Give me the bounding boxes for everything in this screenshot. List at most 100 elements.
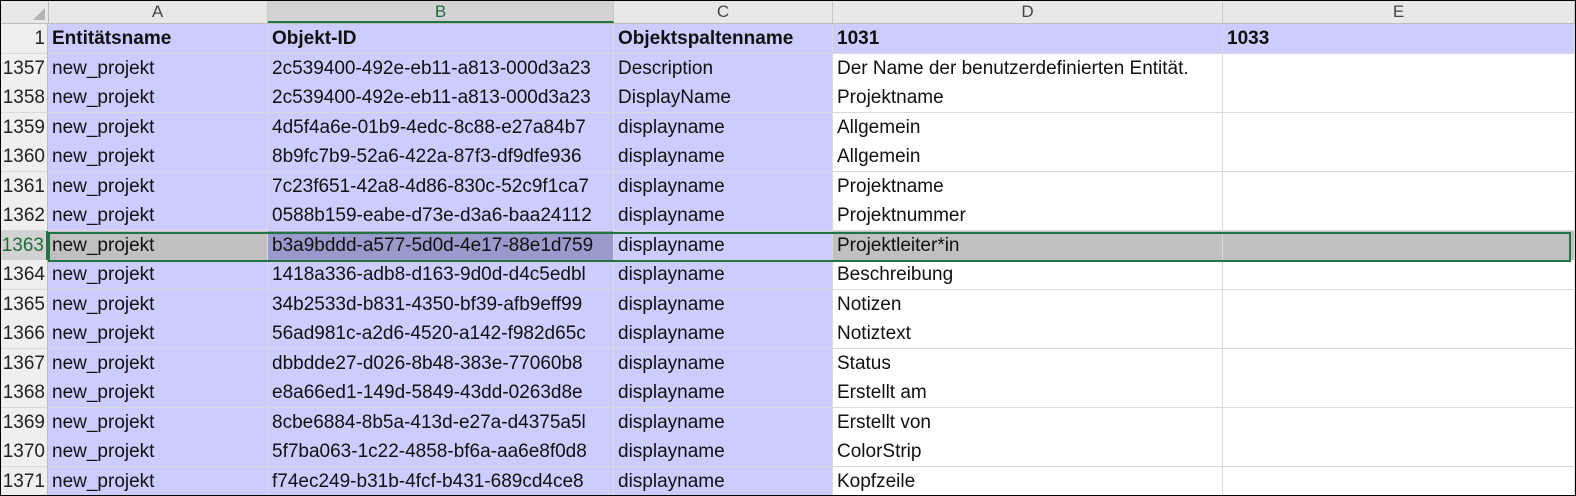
- cell-b[interactable]: 2c539400-492e-eb11-a813-000d3a23: [268, 53, 614, 84]
- cell-b[interactable]: 56ad981c-a2d6-4520-a142-f982d65c: [268, 319, 614, 349]
- cell-c[interactable]: displayname: [614, 171, 833, 202]
- cell-e[interactable]: [1223, 348, 1575, 379]
- cell-a[interactable]: new_projekt: [48, 437, 268, 467]
- cell-b[interactable]: 0588b159-eabe-d73e-d3a6-baa24112: [268, 201, 614, 231]
- cell-b[interactable]: e8a66ed1-149d-5849-43dd-0263d8e: [268, 378, 614, 408]
- cell-a[interactable]: new_projekt: [48, 171, 268, 202]
- cell-d[interactable]: Kopfzeile: [833, 466, 1223, 495]
- cell-a[interactable]: new_projekt: [48, 142, 268, 172]
- row-number[interactable]: 1362: [1, 201, 48, 231]
- row-number[interactable]: 1359: [1, 112, 48, 143]
- cell-c[interactable]: displayname: [614, 378, 833, 408]
- cell-b[interactable]: 34b2533d-b831-4350-bf39-afb9eff99: [268, 289, 614, 320]
- cell-b[interactable]: 5f7ba063-1c22-4858-bf6a-aa6e8f0d8: [268, 437, 614, 467]
- cell-d[interactable]: Projektname: [833, 171, 1223, 202]
- cell-a[interactable]: new_projekt: [48, 230, 268, 261]
- cell-a[interactable]: new_projekt: [48, 201, 268, 231]
- cell-a[interactable]: new_projekt: [48, 83, 268, 113]
- cell-c[interactable]: displayname: [614, 201, 833, 231]
- column-header-a[interactable]: A: [48, 1, 268, 23]
- cell-b[interactable]: dbbdde27-d026-8b48-383e-77060b8: [268, 348, 614, 379]
- cell-d[interactable]: Der Name der benutzerdefinierten Entität…: [833, 53, 1223, 84]
- cell-c[interactable]: displayname: [614, 289, 833, 320]
- row-number[interactable]: 1370: [1, 437, 48, 467]
- cell-c[interactable]: displayname: [614, 466, 833, 495]
- header-cell-b[interactable]: Objekt-ID: [268, 24, 614, 54]
- cell-e[interactable]: [1223, 437, 1575, 467]
- cell-c[interactable]: DisplayName: [614, 83, 833, 113]
- column-header-b[interactable]: B: [268, 1, 614, 23]
- cell-c[interactable]: displayname: [614, 407, 833, 438]
- row-number[interactable]: 1366: [1, 319, 48, 349]
- cell-a[interactable]: new_projekt: [48, 289, 268, 320]
- column-header-c[interactable]: C: [614, 1, 833, 23]
- header-cell-e[interactable]: 1033: [1223, 24, 1575, 54]
- row-number[interactable]: 1358: [1, 83, 48, 113]
- cell-d[interactable]: Status: [833, 348, 1223, 379]
- cell-e[interactable]: [1223, 171, 1575, 202]
- header-cell-d[interactable]: 1031: [833, 24, 1223, 54]
- spreadsheet-grid[interactable]: A B C D E 1 Entitätsname Objekt-ID Objektsp…: [0, 0, 1576, 496]
- cell-e[interactable]: [1223, 260, 1575, 290]
- cell-d[interactable]: Beschreibung: [833, 260, 1223, 290]
- cell-a[interactable]: new_projekt: [48, 53, 268, 84]
- cell-c[interactable]: displayname: [614, 319, 833, 349]
- cell-e[interactable]: [1223, 142, 1575, 172]
- row-number[interactable]: 1371: [1, 466, 48, 495]
- select-all-button[interactable]: [1, 1, 49, 23]
- column-header-e[interactable]: E: [1223, 1, 1575, 23]
- cell-d[interactable]: Projektleiter*in: [833, 230, 1223, 261]
- cell-d[interactable]: Projektnummer: [833, 201, 1223, 231]
- header-cell-a[interactable]: Entitätsname: [48, 24, 268, 54]
- row-number[interactable]: 1: [1, 24, 48, 54]
- cell-c[interactable]: displayname: [614, 348, 833, 379]
- cell-e[interactable]: [1223, 112, 1575, 143]
- cell-c[interactable]: displayname: [614, 260, 833, 290]
- cell-e[interactable]: [1223, 201, 1575, 231]
- cell-d[interactable]: Allgemein: [833, 112, 1223, 143]
- cell-d[interactable]: Allgemein: [833, 142, 1223, 172]
- cell-c[interactable]: displayname: [614, 112, 833, 143]
- cell-b[interactable]: b3a9bddd-a577-5d0d-4e17-88e1d759: [268, 230, 614, 261]
- cell-c[interactable]: displayname: [614, 437, 833, 467]
- cell-a[interactable]: new_projekt: [48, 407, 268, 438]
- row-number[interactable]: 1365: [1, 289, 48, 320]
- row-number[interactable]: 1368: [1, 378, 48, 408]
- cell-e[interactable]: [1223, 289, 1575, 320]
- cell-c[interactable]: Description: [614, 53, 833, 84]
- cell-b[interactable]: 1418a336-adb8-d163-9d0d-d4c5edbl: [268, 260, 614, 290]
- column-header-d[interactable]: D: [833, 1, 1223, 23]
- row-number[interactable]: 1360: [1, 142, 48, 172]
- row-number[interactable]: 1364: [1, 260, 48, 290]
- cell-b[interactable]: 8b9fc7b9-52a6-422a-87f3-df9dfe936: [268, 142, 614, 172]
- row-number[interactable]: 1357: [1, 53, 48, 84]
- cell-e[interactable]: [1223, 53, 1575, 84]
- cell-b[interactable]: 8cbe6884-8b5a-413d-e27a-d4375a5l: [268, 407, 614, 438]
- cell-e[interactable]: [1223, 319, 1575, 349]
- row-number[interactable]: 1367: [1, 348, 48, 379]
- row-number[interactable]: 1361: [1, 171, 48, 202]
- header-cell-c[interactable]: Objektspaltenname: [614, 24, 833, 54]
- cell-a[interactable]: new_projekt: [48, 260, 268, 290]
- cell-d[interactable]: Projektname: [833, 83, 1223, 113]
- cell-b[interactable]: 4d5f4a6e-01b9-4edc-8c88-e27a84b7: [268, 112, 614, 143]
- cell-c[interactable]: displayname: [614, 230, 833, 261]
- row-number[interactable]: 1369: [1, 407, 48, 438]
- cell-e[interactable]: [1223, 407, 1575, 438]
- cell-a[interactable]: new_projekt: [48, 319, 268, 349]
- cell-a[interactable]: new_projekt: [48, 378, 268, 408]
- cell-b[interactable]: 2c539400-492e-eb11-a813-000d3a23: [268, 83, 614, 113]
- cell-e[interactable]: [1223, 378, 1575, 408]
- cell-c[interactable]: displayname: [614, 142, 833, 172]
- cell-d[interactable]: Erstellt von: [833, 407, 1223, 438]
- cell-d[interactable]: Notizen: [833, 289, 1223, 320]
- cell-d[interactable]: Erstellt am: [833, 378, 1223, 408]
- cell-b[interactable]: 7c23f651-42a8-4d86-830c-52c9f1ca7: [268, 171, 614, 202]
- cell-a[interactable]: new_projekt: [48, 348, 268, 379]
- cell-a[interactable]: new_projekt: [48, 112, 268, 143]
- cell-d[interactable]: ColorStrip: [833, 437, 1223, 467]
- cell-e[interactable]: [1223, 466, 1575, 495]
- cell-d[interactable]: Notiztext: [833, 319, 1223, 349]
- cell-e[interactable]: [1223, 230, 1575, 261]
- cell-e[interactable]: [1223, 83, 1575, 113]
